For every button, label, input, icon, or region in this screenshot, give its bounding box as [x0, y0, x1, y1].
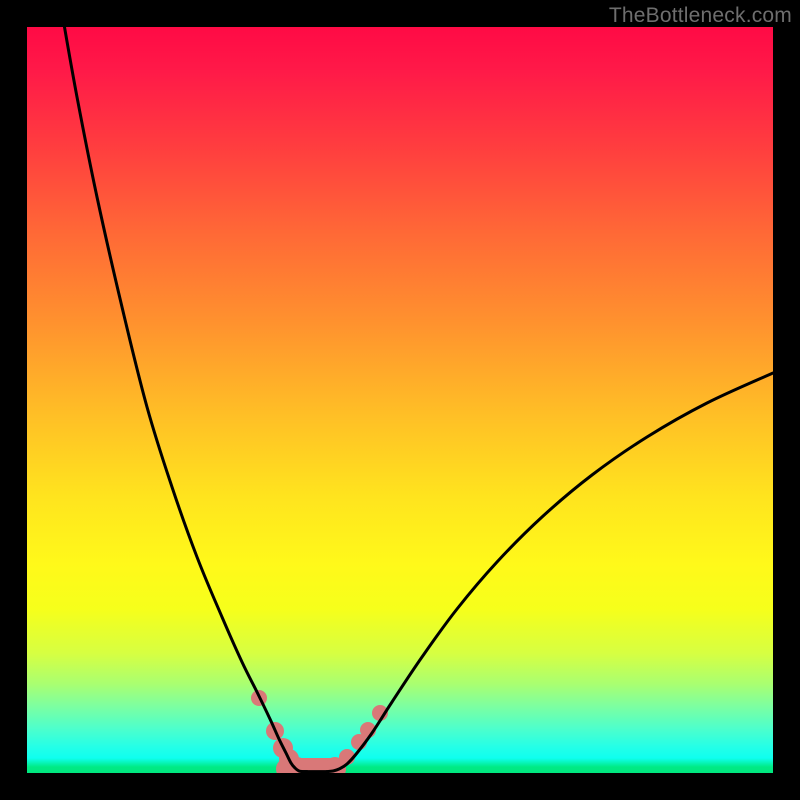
curve-layer — [61, 27, 773, 772]
watermark-text: TheBottleneck.com — [609, 4, 792, 28]
plot-area — [27, 27, 773, 773]
curve-left-curve — [61, 27, 307, 772]
frame: TheBottleneck.com — [0, 0, 800, 800]
chart-svg — [27, 27, 773, 773]
curve-right-curve — [327, 373, 773, 772]
marker-layer — [251, 690, 388, 773]
